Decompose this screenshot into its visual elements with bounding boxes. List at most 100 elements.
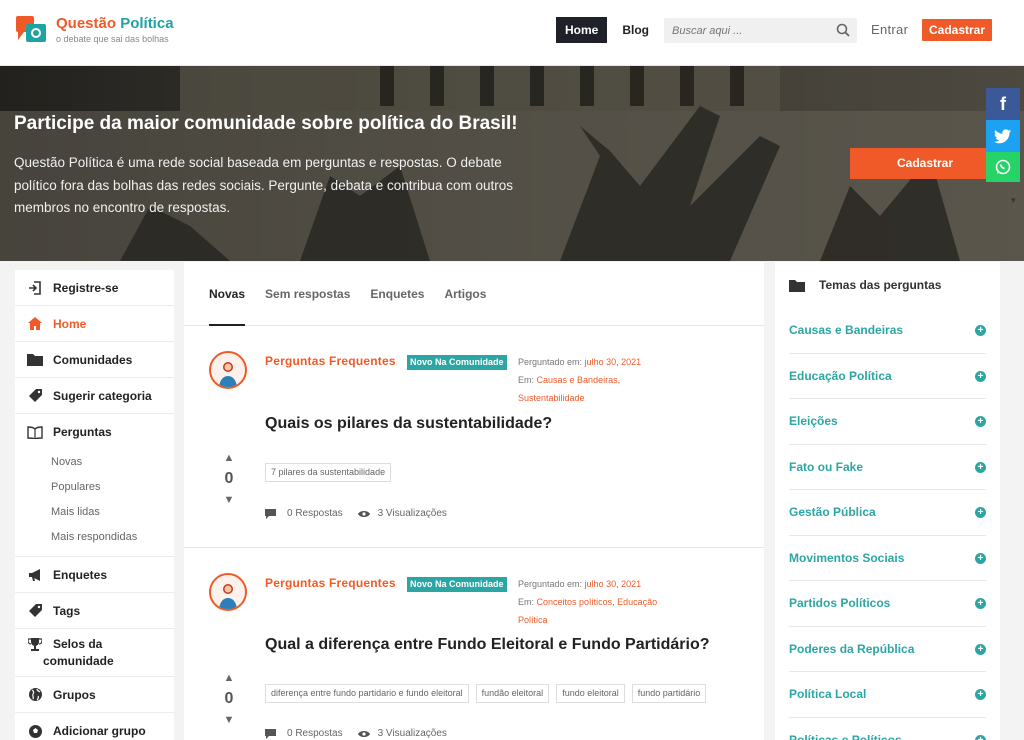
sidebar-item-perguntas[interactable]: Perguntas [15,414,174,450]
sidebar-item-adicionar-grupo[interactable]: Adicionar grupo [15,713,174,740]
plus-circle-icon[interactable]: + [975,552,986,564]
topic-item[interactable]: Política Local + [789,672,986,718]
topic-label: Causas e Bandeiras [789,323,904,337]
tag-chip[interactable]: fundo eleitoral [556,684,625,703]
plus-circle-icon[interactable]: + [975,643,986,655]
question-author[interactable]: Perguntas Frequentes [265,576,396,590]
sidebar-item-grupos[interactable]: Grupos [15,677,174,713]
question-title[interactable]: Quais os pilares da sustentabilidade? [265,415,552,433]
hero-signup-button[interactable]: Cadastrar [850,148,1000,179]
plus-circle-icon[interactable]: + [975,461,986,473]
globe-icon [27,687,43,703]
views-count: 3 Visualizações [377,728,447,739]
plus-circle-icon[interactable]: + [975,416,986,427]
question-date[interactable]: julho 30, 2021 [585,357,642,367]
topic-item[interactable]: Políticas e Políticos + [789,718,986,740]
topic-item[interactable]: Gestão Pública + [789,490,986,536]
sidebar-sub-novas[interactable]: Novas [15,450,174,475]
chevron-down-icon[interactable]: ▾ [1011,195,1016,206]
question-author[interactable]: Perguntas Frequentes [265,354,396,368]
question-date[interactable]: julho 30, 2021 [585,579,642,589]
sidebar-item-enquetes[interactable]: Enquetes [15,557,174,593]
hero-title: Participe da maior comunidade sobre polí… [14,113,518,134]
tab-enquetes[interactable]: Enquetes [370,262,424,326]
sidebar-item-sugerir-categoria[interactable]: Sugerir categoria [15,378,174,414]
twitter-icon[interactable] [986,120,1020,152]
topic-item[interactable]: Eleições + [789,399,986,445]
sidebar-sub-mais-lidas[interactable]: Mais lidas [15,500,174,525]
answers-count[interactable]: 0 Respostas [287,508,343,519]
views-count: 3 Visualizações [377,508,447,519]
sidebar-item-selos[interactable]: Selos da [15,629,174,677]
tab-artigos[interactable]: Artigos [444,262,486,326]
topic-item[interactable]: Movimentos Sociais + [789,536,986,581]
vote-widget: ▲ 0 ▼ [220,672,238,726]
nav-home[interactable]: Home [556,17,608,43]
question-categories[interactable]: Causas e Bandeiras, [537,375,621,385]
sidebar-item-registre-se[interactable]: Registre-se [15,270,174,306]
topics-list: Causas e Bandeiras + Educação Política + Ele… [775,308,1000,740]
question-meta: Perguntado em: julho 30, 2021 Em: Concei… [518,575,698,629]
vote-down-icon[interactable]: ▼ [220,714,238,726]
vote-down-icon[interactable]: ▼ [220,494,238,506]
avatar[interactable] [209,351,247,389]
facebook-icon[interactable]: f [986,88,1020,120]
plus-circle-icon[interactable]: + [975,598,986,609]
topic-item[interactable]: Partidos Políticos + [789,581,986,627]
sidebar-item-comunidades[interactable]: Comunidades [15,342,174,378]
sidebar-item-tags[interactable]: Tags [15,593,174,629]
question-tags: 7 pilares da sustentabilidade [265,463,398,482]
vote-up-icon[interactable]: ▲ [220,672,238,684]
left-sidebar: Registre-se Home Comunidades Sugerir cat… [15,270,174,740]
login-link[interactable]: Entrar [871,22,908,37]
question-categories[interactable]: Conceitos políticos, Educação [537,597,658,607]
vote-count: 0 [224,470,234,487]
avatar[interactable] [209,573,247,611]
nav-blog[interactable]: Blog [613,17,658,43]
question-category-2[interactable]: Política [518,611,698,629]
topic-item[interactable]: Fato ou Fake + [789,445,986,490]
tab-sem-respostas[interactable]: Sem respostas [265,262,350,326]
search-icon[interactable] [836,23,850,37]
topic-item[interactable]: Poderes da República + [789,627,986,672]
search-input[interactable] [664,18,824,43]
questions-feed: Novas Sem respostas Enquetes Artigos ▲ 0… [184,262,764,740]
sidebar-item-label: Tags [53,603,81,618]
question-stats: 0 Respostas 3 Visualizações [265,508,462,519]
hero-banner: Participe da maior comunidade sobre polí… [0,66,1024,261]
tag-chip[interactable]: diferença entre fundo partidario e fundo… [265,684,469,703]
answers-count[interactable]: 0 Respostas [287,728,343,739]
plus-circle-icon[interactable]: + [975,325,986,336]
tag-chip[interactable]: 7 pilares da sustentabilidade [265,463,392,482]
plus-circle-icon[interactable]: + [975,689,986,700]
tag-chip[interactable]: fundão eleitoral [475,684,550,703]
logo-title: Questão Política [56,15,174,32]
topic-item[interactable]: Causas e Bandeiras + [789,308,986,354]
plus-circle-icon[interactable]: + [975,507,986,518]
topic-label: Poderes da República [789,641,915,656]
sidebar-sub-populares[interactable]: Populares [15,475,174,500]
site-logo[interactable]: Questão Política o debate que sai das bo… [14,12,174,48]
topic-label: Educação Política [789,368,892,383]
question-category-2[interactable]: Sustentabilidade [518,389,698,407]
question-title[interactable]: Qual a diferença entre Fundo Eleitoral e… [265,636,710,654]
topic-label: Eleições [789,414,838,428]
eye-icon [357,510,370,517]
plus-circle-icon[interactable]: + [975,370,986,382]
tab-novas[interactable]: Novas [209,262,246,326]
sidebar-item-label: Adicionar grupo [53,724,146,738]
comment-icon [265,728,276,739]
sidebar-item-home[interactable]: Home [15,306,174,342]
plus-circle-icon[interactable]: + [975,734,986,740]
topic-item[interactable]: Educação Política + [789,354,986,399]
sidebar-sub-mais-respondidas[interactable]: Mais respondidas [15,525,174,550]
vote-up-icon[interactable]: ▲ [220,452,238,464]
tag-icon [27,388,43,404]
signin-icon [27,280,43,296]
tag-chip[interactable]: fundo partidário [631,684,707,703]
author-badge: Novo Na Comunidade [407,355,507,370]
topic-label: Políticas e Políticos [789,732,902,740]
whatsapp-icon[interactable] [986,152,1020,182]
signup-button[interactable]: Cadastrar [922,19,992,41]
vote-count: 0 [224,690,234,707]
